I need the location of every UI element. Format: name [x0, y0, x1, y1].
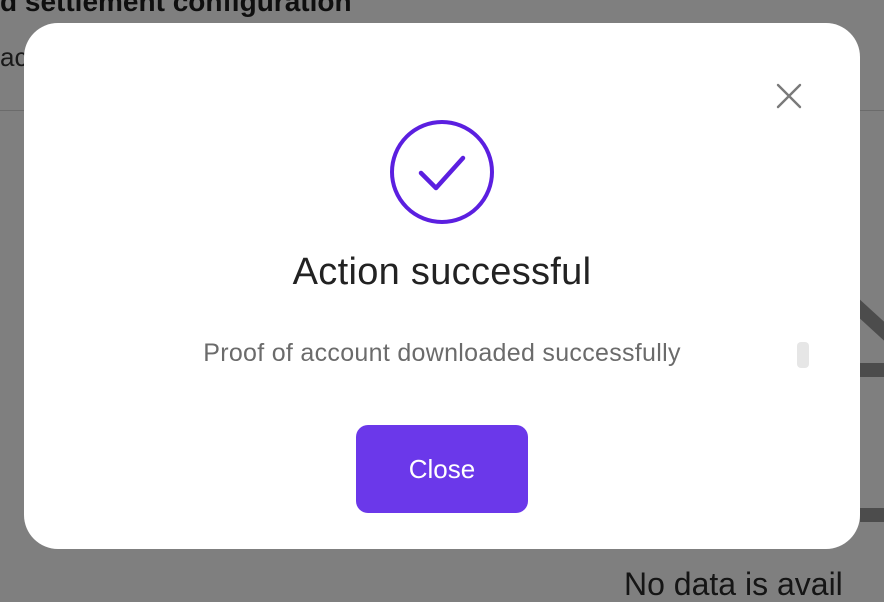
close-icon[interactable]: [774, 81, 804, 111]
success-dialog: Action successful Proof of account downl…: [24, 23, 860, 549]
scrollbar-thumb[interactable]: [797, 342, 809, 368]
check-circle-icon: [390, 120, 494, 224]
close-button[interactable]: Close: [356, 425, 528, 513]
dialog-title: Action successful: [292, 251, 592, 293]
page: d settlement configuration ac No data is…: [0, 0, 884, 602]
dialog-message: Proof of account downloaded successfully: [203, 339, 681, 367]
